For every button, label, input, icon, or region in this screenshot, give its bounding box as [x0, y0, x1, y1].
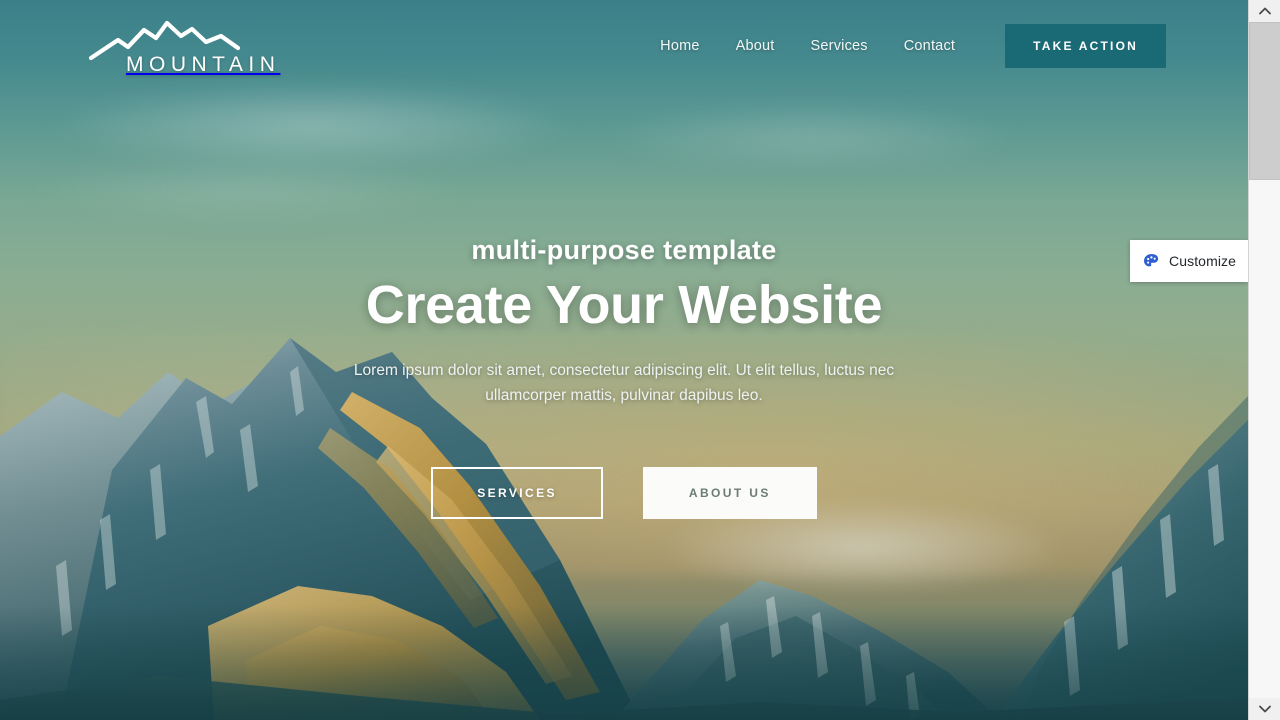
customize-label: Customize	[1169, 253, 1237, 269]
scroll-up-button[interactable]	[1249, 0, 1280, 22]
scrollbar-thumb[interactable]	[1249, 22, 1280, 180]
nav-link-home[interactable]: Home	[642, 30, 717, 62]
hero-actions: SERVICES ABOUT US	[431, 466, 817, 519]
vertical-scrollbar[interactable]	[1248, 0, 1280, 720]
scroll-down-button[interactable]	[1249, 698, 1280, 720]
hero-title: Create Your Website	[365, 275, 883, 335]
brand-logo[interactable]: MOUNTAIN	[88, 18, 280, 75]
brand-name: MOUNTAIN	[126, 52, 281, 76]
customize-panel[interactable]: Customize	[1130, 240, 1248, 282]
nav-link-about[interactable]: About	[718, 30, 793, 62]
take-action-button[interactable]: TAKE ACTION	[1005, 24, 1166, 68]
webpage: MOUNTAIN Home About Services Contact TAK…	[0, 0, 1248, 720]
site-header: MOUNTAIN Home About Services Contact TAK…	[0, 0, 1248, 92]
chevron-down-icon	[1259, 705, 1271, 713]
chevron-up-icon	[1259, 7, 1271, 15]
hero-description: Lorem ipsum dolor sit amet, consectetur …	[353, 362, 895, 405]
scrollbar-track[interactable]	[1249, 22, 1280, 698]
about-us-button[interactable]: ABOUT US	[642, 466, 817, 519]
services-button[interactable]: SERVICES	[431, 466, 603, 519]
nav-link-contact[interactable]: Contact	[886, 30, 973, 62]
main-navigation: Home About Services Contact TAKE ACTION	[642, 24, 1166, 68]
paint-palette-icon	[1144, 253, 1159, 266]
browser-viewport: MOUNTAIN Home About Services Contact TAK…	[0, 0, 1280, 720]
hero-eyebrow: multi-purpose template	[471, 235, 777, 265]
nav-link-services[interactable]: Services	[793, 30, 886, 62]
